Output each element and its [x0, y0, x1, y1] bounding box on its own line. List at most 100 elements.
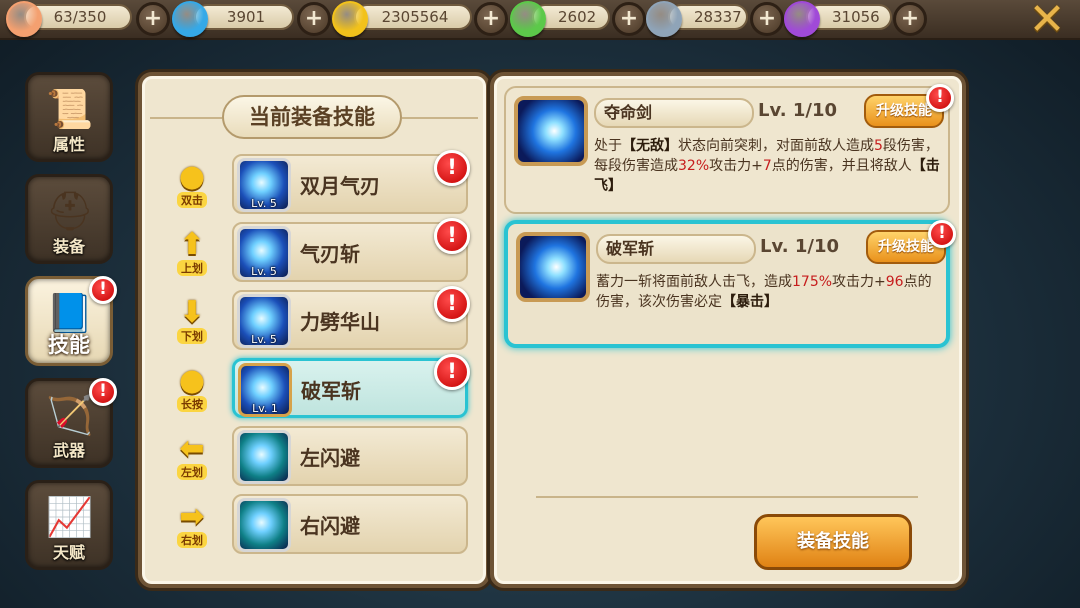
purple-star-icon — [784, 1, 820, 37]
add-honor-button[interactable]: + — [750, 2, 784, 36]
category-label: 属性 — [52, 135, 85, 154]
gesture-label: 长按 — [177, 396, 207, 412]
add-lollipop-button[interactable]: + — [612, 2, 646, 36]
gesture-shape: ⬅ — [179, 430, 205, 466]
skill-name: 力劈华山 — [300, 310, 380, 334]
detail-divider — [536, 496, 918, 498]
skill-detail-level: Lv. 1/10 — [758, 100, 837, 121]
skill-slot-4[interactable]: 左闪避 — [232, 426, 468, 486]
category-label: 装备 — [52, 237, 85, 256]
gesture-label: 左划 — [177, 464, 207, 480]
description-text: 处于 — [594, 138, 622, 154]
skill-icon: Lv. 5 — [237, 226, 291, 280]
swipe-right-icon: ➡ 右划 — [164, 496, 220, 552]
skill-icon: Lv. 5 — [237, 294, 291, 348]
resource-value: 2305564 — [381, 8, 449, 26]
skill-slot-1[interactable]: Lv. 5 气刃斩 — [232, 222, 468, 282]
skill-icon: Lv. 1 — [238, 363, 292, 417]
growth-chart-icon: 📈 — [46, 494, 94, 539]
helmet-icon: ⛑ — [45, 188, 95, 233]
resource-value: 3901 — [226, 8, 266, 26]
description-text: 状态向前突刺，对面前敌人造成 — [678, 138, 874, 154]
resource-diamond: 3901 — [194, 4, 294, 30]
skill-description: 处于【无敌】状态向前突刺，对面前敌人造成5段伤害，每段伤害造成32%攻击力+7点… — [594, 136, 942, 196]
skill-detail-card-0[interactable]: 夺命剑 Lv. 1/10 升级技能! 处于【无敌】状态向前突刺，对面前敌人造成5段伤害… — [504, 84, 954, 214]
skill-name: 左闪避 — [300, 446, 360, 470]
highlight-value: 5 — [874, 138, 883, 154]
resource-value: 31056 — [832, 8, 880, 26]
skill-name: 右闪避 — [300, 514, 360, 538]
category-tab-0[interactable]: 📜 属性 — [25, 72, 113, 162]
gesture-label: 上划 — [177, 260, 207, 276]
double-tap-icon: ● 双击 — [164, 156, 220, 212]
highlight-value: 175% — [792, 274, 833, 290]
alert-badge: ! — [434, 150, 470, 186]
equip-skill-button[interactable]: 装备技能 — [754, 514, 912, 570]
skill-icon — [237, 430, 291, 484]
skill-slot-5[interactable]: 右闪避 — [232, 494, 468, 554]
skill-detail-card-1[interactable]: 破军斩 Lv. 1/10 升级技能! 蓄力一斩将面前敌人击飞，造成175%攻击力+96… — [504, 220, 956, 348]
skill-slot-2[interactable]: Lv. 5 力劈华山 — [232, 290, 468, 350]
gesture-shape: ● — [178, 362, 206, 398]
status-keyword: 【无敌】 — [622, 138, 678, 154]
description-text: 点的伤害，并且将敌人 — [771, 158, 912, 174]
skill-icon: Lv. 5 — [237, 158, 291, 212]
long-press-icon: ● 长按 — [164, 360, 220, 416]
status-keyword: 【暴击】 — [722, 294, 778, 310]
skill-icon — [514, 96, 588, 166]
diamond-icon — [172, 1, 208, 37]
alert-badge: ! — [89, 276, 117, 304]
description-text: 攻击力+ — [709, 158, 763, 174]
skill-icon — [237, 498, 291, 552]
scroll-icon: 📜 — [46, 86, 94, 131]
gesture-label: 右划 — [177, 532, 207, 548]
description-text: 攻击力+ — [832, 274, 886, 290]
alert-badge: ! — [434, 354, 470, 390]
skill-name: 气刃斩 — [300, 242, 360, 266]
skill-level: Lv. 5 — [251, 265, 277, 278]
skill-detail-name: 夺命剑 — [594, 98, 754, 128]
swipe-down-icon: ⬇ 下划 — [164, 292, 220, 348]
highlight-value: 7 — [762, 158, 772, 174]
shield-badge-icon — [646, 1, 682, 37]
highlight-value: 96 — [885, 274, 904, 290]
alert-badge: ! — [928, 220, 956, 248]
skill-detail-name: 破军斩 — [596, 234, 756, 264]
title-divider-right — [402, 117, 478, 119]
skill-description: 蓄力一斩将面前敌人击飞，造成175%攻击力+96点的伤害，该次伤害必定【暴击】 — [596, 272, 944, 312]
skill-detail-level: Lv. 1/10 — [760, 236, 839, 257]
gesture-shape: ➡ — [179, 498, 205, 534]
skill-slot-0[interactable]: Lv. 5 双月气刃 — [232, 154, 468, 214]
title-divider-left — [150, 117, 222, 119]
skill-slot-3[interactable]: Lv. 1 破军斩 — [232, 358, 468, 418]
equipped-skills-title: 当前装备技能 — [222, 95, 402, 139]
skill-level: Lv. 5 — [251, 333, 277, 346]
gesture-shape: ● — [178, 158, 206, 194]
gesture-label: 双击 — [177, 192, 207, 208]
category-tab-4[interactable]: 📈 天赋 — [25, 480, 113, 570]
coin-icon — [332, 1, 368, 37]
category-label: 技能 — [48, 333, 90, 357]
skill-name: 双月气刃 — [300, 174, 380, 198]
gesture-label: 下划 — [177, 328, 207, 344]
gesture-shape: ⬆ — [179, 226, 205, 262]
alert-badge: ! — [926, 84, 954, 112]
category-tab-1[interactable]: ⛑ 装备 — [25, 174, 113, 264]
category-label: 武器 — [52, 441, 85, 460]
swipe-left-icon: ⬅ 左划 — [164, 428, 220, 484]
skill-name: 破军斩 — [301, 379, 361, 403]
add-stamina-button[interactable]: + — [136, 2, 170, 36]
resource-gold: 2305564 — [354, 4, 472, 30]
alert-badge: ! — [89, 378, 117, 406]
add-gold-button[interactable]: + — [474, 2, 508, 36]
swipe-up-icon: ⬆ 上划 — [164, 224, 220, 280]
skill-level: Lv. 5 — [251, 197, 277, 210]
lollipop-icon — [510, 1, 546, 37]
add-star-button[interactable]: + — [893, 2, 927, 36]
highlight-value: 32% — [678, 158, 710, 174]
add-diamond-button[interactable]: + — [297, 2, 331, 36]
peach-icon — [6, 1, 42, 37]
skill-level: Lv. 1 — [252, 402, 278, 415]
category-label: 天赋 — [52, 543, 85, 562]
close-button[interactable]: ✕ — [1026, 0, 1068, 42]
